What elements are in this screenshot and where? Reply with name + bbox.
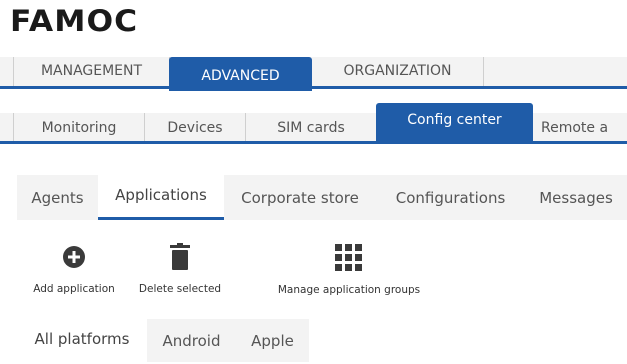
- delete-selected-label: Delete selected: [138, 283, 222, 295]
- tab-organization[interactable]: ORGANIZATION: [312, 57, 484, 86]
- tab-sim-cards[interactable]: SIM cards: [246, 113, 376, 141]
- tab-all-platforms[interactable]: All platforms: [17, 319, 147, 362]
- famoc-logo: FAMOC: [10, 4, 139, 38]
- add-application-label: Add application: [33, 283, 115, 295]
- tab-corporate-store[interactable]: Corporate store: [224, 175, 376, 220]
- tab-apple[interactable]: Apple: [236, 319, 309, 362]
- tab-config-center[interactable]: Config center: [376, 103, 533, 141]
- tab-monitoring[interactable]: Monitoring: [14, 113, 145, 141]
- tab-applications[interactable]: Applications: [98, 175, 224, 220]
- sub-nav: Monitoring Devices SIM cards Config cent…: [0, 103, 627, 144]
- tab-advanced[interactable]: ADVANCED: [169, 57, 312, 91]
- trash-icon: [170, 243, 190, 270]
- tab-messages[interactable]: Messages: [525, 175, 627, 220]
- delete-selected-button[interactable]: Delete selected: [128, 243, 232, 295]
- tab-configurations[interactable]: Configurations: [376, 175, 525, 220]
- tab-agents[interactable]: Agents: [17, 175, 98, 220]
- main-nav: MANAGEMENT ADVANCED ORGANIZATION: [0, 57, 627, 91]
- grid-icon: [335, 244, 362, 271]
- tab-devices[interactable]: Devices: [145, 113, 246, 141]
- plus-circle-icon: [63, 246, 85, 268]
- manage-application-groups-label: Manage application groups: [277, 284, 421, 296]
- tab-remote[interactable]: Remote a: [533, 113, 627, 141]
- tab-android[interactable]: Android: [147, 319, 236, 362]
- add-application-button[interactable]: Add application: [22, 245, 126, 295]
- tab-management[interactable]: MANAGEMENT: [14, 57, 170, 86]
- manage-application-groups-button[interactable]: Manage application groups: [264, 244, 434, 296]
